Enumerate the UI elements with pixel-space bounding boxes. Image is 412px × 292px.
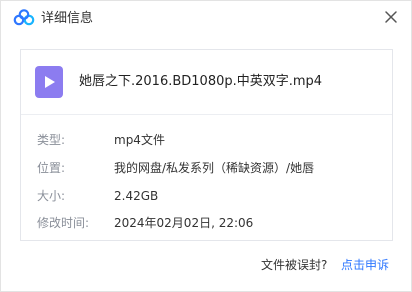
dialog-title: 详细信息 — [41, 11, 94, 26]
detail-label: 修改时间: — [37, 216, 90, 230]
detail-value: 2.42GB — [114, 189, 159, 203]
detail-value: 我的网盘/私发系列（稀缺资源）/她唇 — [114, 161, 315, 175]
baidu-netdisk-cloud-icon — [13, 9, 35, 27]
appeal-question: 文件被误封? — [261, 258, 328, 272]
dialog-titlebar: 详细信息 — [1, 1, 411, 37]
detail-row-modified: 修改时间: 2024年02月02日, 22:06 — [21, 213, 392, 233]
close-icon[interactable] — [383, 9, 399, 25]
detail-label: 大小: — [37, 189, 66, 203]
detail-label: 类型: — [37, 133, 66, 147]
file-header: 她唇之下.2016.BD1080p.中英双字.mp4 — [21, 50, 392, 115]
detail-label: 位置: — [37, 161, 66, 175]
appeal-link[interactable]: 点击申诉 — [341, 257, 389, 273]
file-name: 她唇之下.2016.BD1080p.中英双字.mp4 — [79, 74, 323, 89]
detail-row-size: 大小: 2.42GB — [21, 186, 392, 206]
detail-value: 2024年02月02日, 22:06 — [114, 216, 254, 230]
video-file-icon — [35, 66, 63, 98]
file-details-dialog: 详细信息 她唇之下.2016.BD1080p.中英双字.mp4 类型: mp4文… — [0, 0, 412, 292]
detail-row-type: 类型: mp4文件 — [21, 130, 392, 150]
detail-row-location: 位置: 我的网盘/私发系列（稀缺资源）/她唇 — [21, 158, 392, 178]
detail-value: mp4文件 — [114, 133, 165, 147]
details-panel: 她唇之下.2016.BD1080p.中英双字.mp4 类型: mp4文件 位置:… — [20, 49, 393, 241]
